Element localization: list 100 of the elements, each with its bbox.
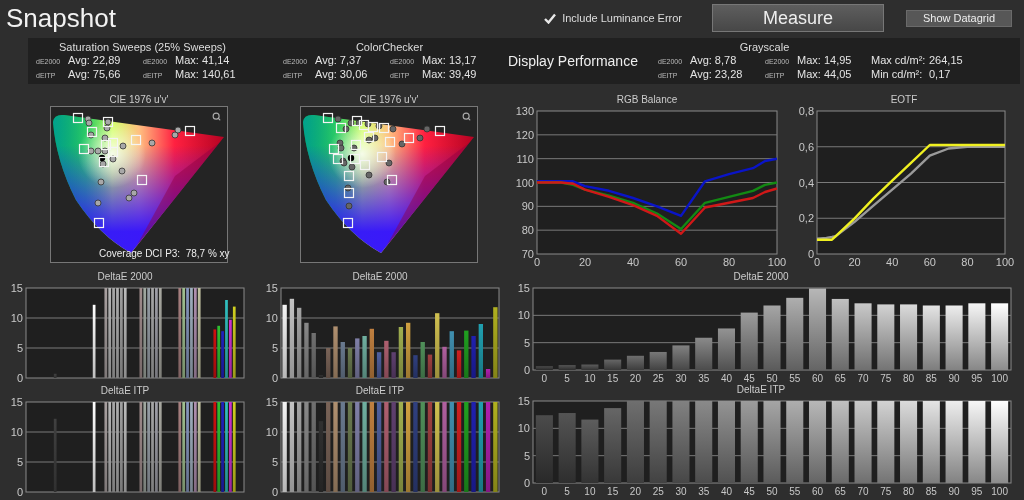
axis-tick-label: 100 [767, 256, 787, 268]
bar [442, 346, 447, 378]
axis-tick-label: 0 [523, 477, 530, 489]
axis-tick-label: 10 [517, 309, 530, 322]
bar [369, 328, 374, 378]
bar [398, 327, 404, 378]
bar [326, 348, 331, 378]
axis-tick-label: 130 [515, 106, 534, 117]
metric-value: Avg: 8,78 [690, 53, 738, 67]
axis-tick-label: 95 [971, 486, 983, 497]
axis-tick-label: 100 [991, 486, 1008, 497]
bar [493, 307, 498, 378]
bar [991, 303, 1009, 370]
metric-value: Avg: 75,66 [68, 67, 122, 81]
axis-tick-label: 90 [948, 373, 960, 384]
bar [464, 330, 469, 378]
axis-tick-label: 10 [517, 422, 530, 435]
axis-tick-label: 25 [652, 486, 664, 497]
metric-value: Avg: 22,89 [68, 53, 122, 67]
axis-tick-label: 5 [271, 456, 278, 468]
axis-tick-label: 85 [925, 373, 937, 384]
axis-tick-label: 90 [521, 200, 534, 213]
metric-value: 0,17 [929, 67, 952, 81]
axis-tick-label: 30 [675, 486, 687, 497]
axis-tick-label: 15 [265, 397, 278, 408]
axis-tick-label: 120 [515, 128, 534, 141]
chart-title: DeltaE ITP [736, 384, 786, 396]
axis-tick-label: 45 [743, 373, 755, 384]
axis-tick-label: 80 [903, 486, 915, 497]
page-title: Snapshot [6, 2, 117, 34]
axis-tick-label: 20 [578, 256, 592, 268]
metric-value: Max: 44,05 [797, 67, 853, 81]
axis-tick-label: 15 [517, 283, 530, 294]
axis-tick-label: 95 [971, 373, 983, 384]
axis-tick-label: 75 [880, 486, 892, 497]
search-icon[interactable] [212, 112, 221, 121]
axis-tick-label: 15 [517, 396, 530, 407]
bar [478, 324, 483, 378]
axis-tick-label: 15 [265, 283, 278, 294]
axis-tick-label: 0 [541, 373, 548, 384]
axis-tick-label: 10 [10, 426, 23, 438]
axis-tick-label: 5 [564, 373, 570, 384]
axis-tick-label: 5 [16, 342, 23, 354]
group-title: Grayscale [738, 40, 791, 54]
axis-tick-label: 80 [722, 256, 736, 268]
axis-tick-label: 60 [811, 486, 824, 497]
bar [695, 337, 713, 370]
axis-tick-label: 60 [811, 373, 824, 384]
bar [347, 348, 353, 378]
group-title: ColorChecker [354, 40, 425, 54]
axis-tick-label: 10 [265, 426, 278, 438]
axis-tick-label: 0 [16, 372, 23, 384]
axis-tick-label: 20 [848, 256, 861, 268]
metric-value: 264,15 [929, 53, 964, 67]
bar [391, 352, 396, 378]
bar [672, 345, 690, 370]
axis-tick-label: 50 [766, 486, 778, 497]
axis-tick-label: 0 [807, 248, 814, 260]
axis-tick-label: 65 [834, 373, 846, 384]
axis-tick-label: 10 [265, 312, 278, 324]
axis-tick-label: 0 [271, 372, 278, 384]
axis-tick-label: 50 [766, 373, 778, 384]
axis-tick-label: 0,6 [798, 140, 814, 153]
bar [406, 322, 411, 378]
axis-tick-label: 100 [995, 256, 1015, 268]
chart-title: DeltaE 2000 [352, 271, 408, 283]
bar [340, 342, 345, 378]
axis-tick-label: 80 [903, 373, 915, 384]
axis-tick-label: 0 [523, 364, 530, 376]
bar [763, 305, 781, 370]
axis-tick-label: 10 [584, 373, 596, 384]
axis-tick-label: 15 [607, 373, 619, 384]
bar [318, 375, 324, 378]
axis-tick-label: 35 [698, 486, 710, 497]
coverage-caption: Coverage DCI P3: 78,7 % xy [99, 248, 230, 259]
axis-tick-label: 55 [789, 486, 801, 497]
search-icon[interactable] [462, 112, 471, 121]
axis-tick-label: 70 [857, 486, 869, 497]
axis-tick-label: 55 [789, 373, 801, 384]
bar [311, 333, 316, 378]
axis-tick-label: 15 [607, 486, 619, 497]
axis-tick-label: 20 [629, 373, 641, 384]
axis-tick-label: 110 [516, 152, 534, 165]
chart-title: DeltaE 2000 [97, 271, 153, 283]
bar [435, 313, 440, 378]
axis-tick-label: 15 [10, 397, 23, 408]
axis-tick-label: 0,8 [798, 106, 814, 117]
axis-tick-label: 25 [652, 373, 664, 384]
axis-tick-label: 30 [675, 373, 687, 384]
axis-tick-label: 40 [720, 486, 733, 497]
section-heading: Display Performance [508, 53, 639, 69]
datagrid-button[interactable]: Show Datagrid [906, 9, 1012, 27]
axis-tick-label: 65 [834, 486, 846, 497]
bar [420, 342, 425, 378]
axis-tick-label: 70 [857, 373, 869, 384]
axis-tick-label: 40 [886, 256, 899, 268]
axis-tick-label: 80 [961, 256, 974, 268]
bar [318, 421, 324, 492]
measure-button[interactable]: Measure [712, 4, 884, 32]
checkmark-icon[interactable] [544, 12, 557, 24]
